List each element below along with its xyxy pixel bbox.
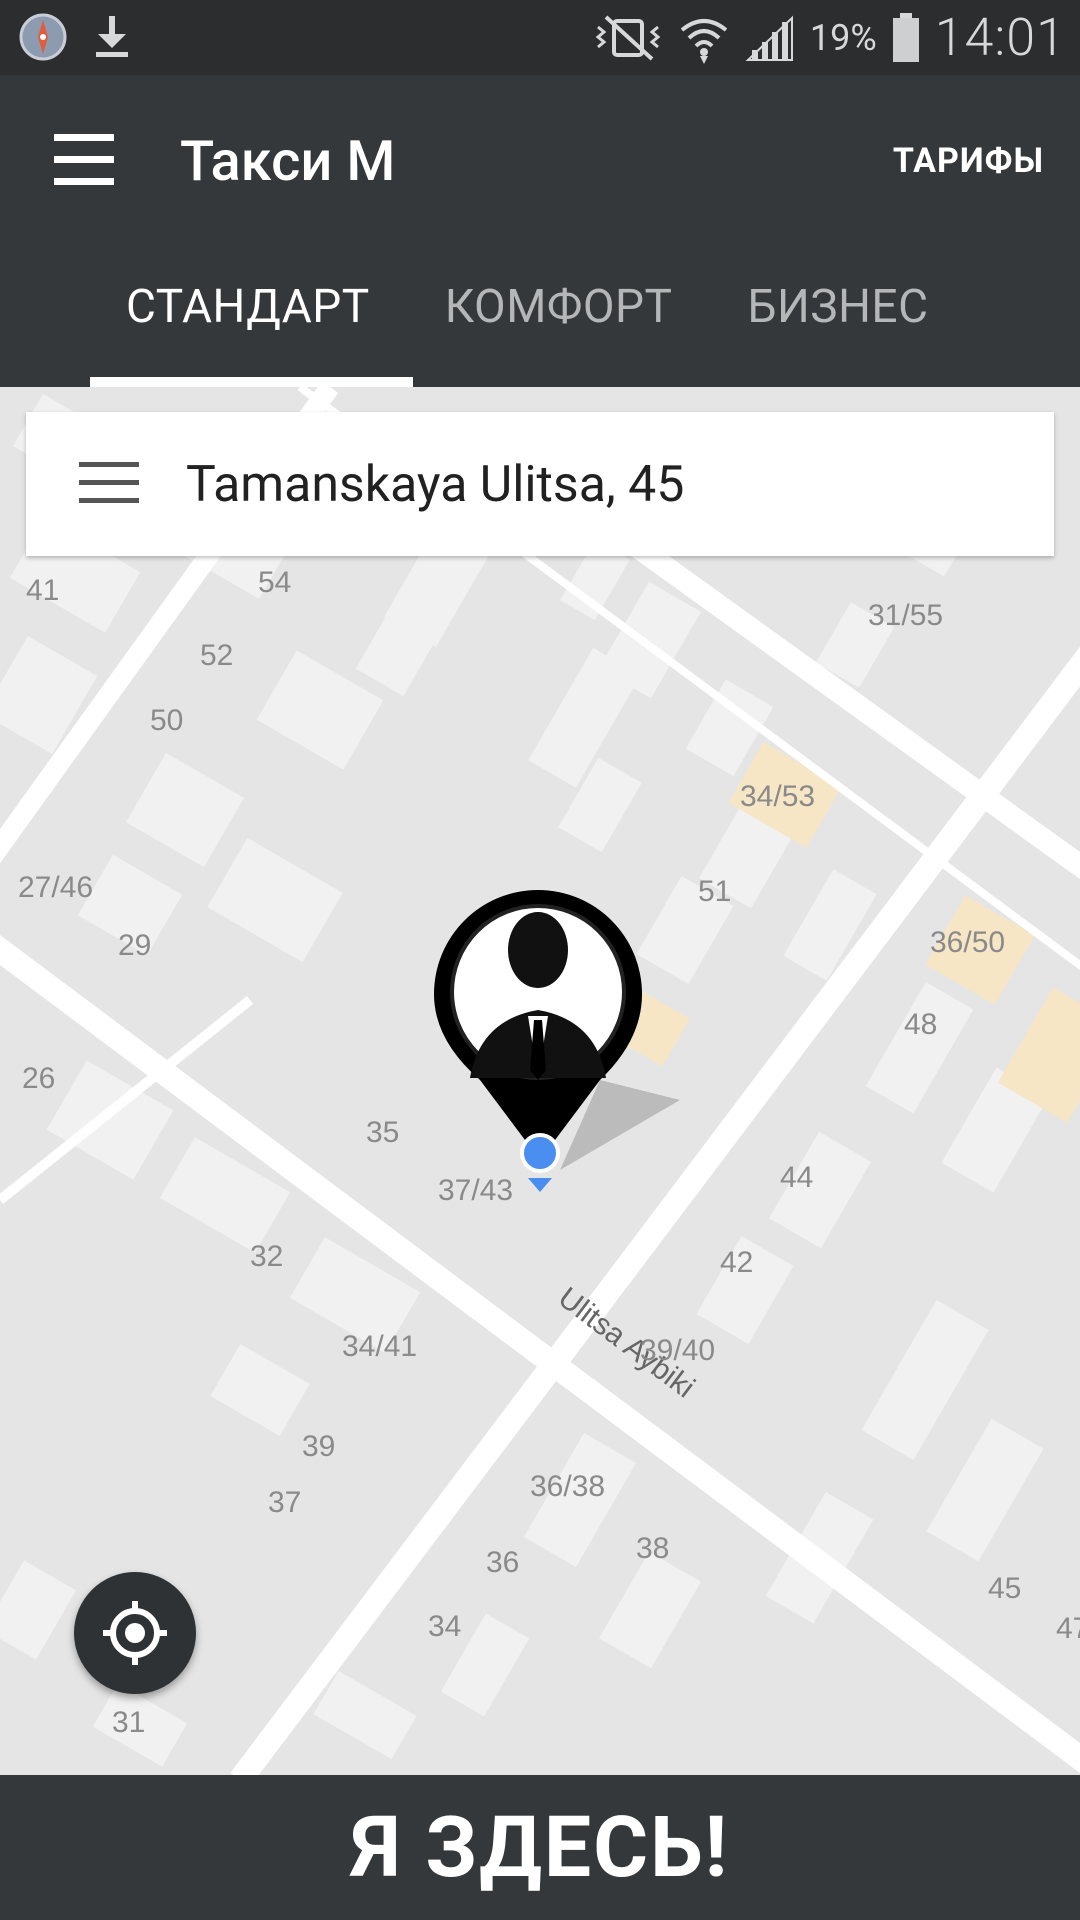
house-number: 41: [26, 574, 59, 607]
tab-standard[interactable]: СТАНДАРТ: [126, 280, 370, 387]
house-number: 52: [200, 639, 233, 672]
house-number: 39: [302, 1430, 335, 1463]
house-number: 34/41: [342, 1330, 417, 1363]
house-number: 37/43: [438, 1174, 513, 1207]
app-bar: Такси М ТАРИФЫ СТАНДАРТ КОМФОРТ БИЗНЕС: [0, 75, 1080, 387]
tab-business[interactable]: БИЗНЕС: [747, 280, 928, 387]
im-here-button[interactable]: Я ЗДЕСЬ!: [0, 1775, 1080, 1920]
vibrate-off-icon: [595, 15, 661, 60]
house-number: 32: [250, 1240, 283, 1273]
crosshair-icon: [103, 1601, 167, 1665]
house-number: 27/46: [18, 871, 93, 904]
house-number: 36/50: [930, 926, 1005, 959]
house-number: 26: [22, 1062, 55, 1095]
house-number: 45: [988, 1572, 1021, 1605]
signal-icon: [745, 15, 793, 61]
battery-percent: 19%: [809, 16, 877, 59]
tab-comfort[interactable]: КОМФОРТ: [445, 280, 673, 387]
house-number: 48: [904, 1008, 937, 1041]
house-number: 36: [486, 1546, 519, 1579]
active-tab-indicator: [90, 377, 413, 387]
house-number: 34/53: [740, 780, 815, 813]
map-canvas[interactable]: Ulitsa Aybiki 41 54 52 50 31/55 34/53 27…: [0, 387, 1080, 1775]
house-number: 29: [118, 929, 151, 962]
house-number: 54: [258, 566, 291, 599]
tariffs-button[interactable]: ТАРИФЫ: [893, 141, 1044, 181]
house-number: 51: [698, 875, 731, 908]
tariff-tabs: СТАНДАРТ КОМФОРТ БИЗНЕС: [90, 280, 1004, 387]
battery-icon: [892, 12, 919, 62]
app-title: Такси М: [180, 128, 396, 194]
status-bar: 19% 14:01: [0, 0, 1080, 75]
house-number: 44: [780, 1161, 813, 1194]
my-location-button[interactable]: [74, 1572, 196, 1694]
menu-icon[interactable]: [54, 130, 114, 190]
house-number: 42: [720, 1246, 753, 1279]
house-number: 36/38: [530, 1470, 605, 1503]
wifi-icon: [680, 18, 728, 64]
compass-icon: [19, 13, 67, 61]
house-number: 37: [268, 1486, 301, 1519]
house-number: 39/40: [640, 1334, 715, 1367]
house-number: 31: [112, 1706, 145, 1739]
address-text[interactable]: Tamanskaya Ulitsa, 45: [186, 456, 684, 514]
map[interactable]: Ulitsa Aybiki 41 54 52 50 31/55 34/53 27…: [0, 387, 1080, 1775]
house-number: 50: [150, 704, 183, 737]
clock: 14:01: [934, 7, 1066, 68]
house-number: 47: [1056, 1612, 1080, 1645]
list-icon[interactable]: [79, 462, 139, 504]
house-number: 31/55: [868, 599, 943, 632]
house-number: 38: [636, 1532, 669, 1565]
download-icon: [96, 16, 128, 57]
house-number: 35: [366, 1116, 399, 1149]
address-search-bar[interactable]: Tamanskaya Ulitsa, 45: [26, 412, 1054, 556]
house-number: 34: [428, 1610, 461, 1643]
